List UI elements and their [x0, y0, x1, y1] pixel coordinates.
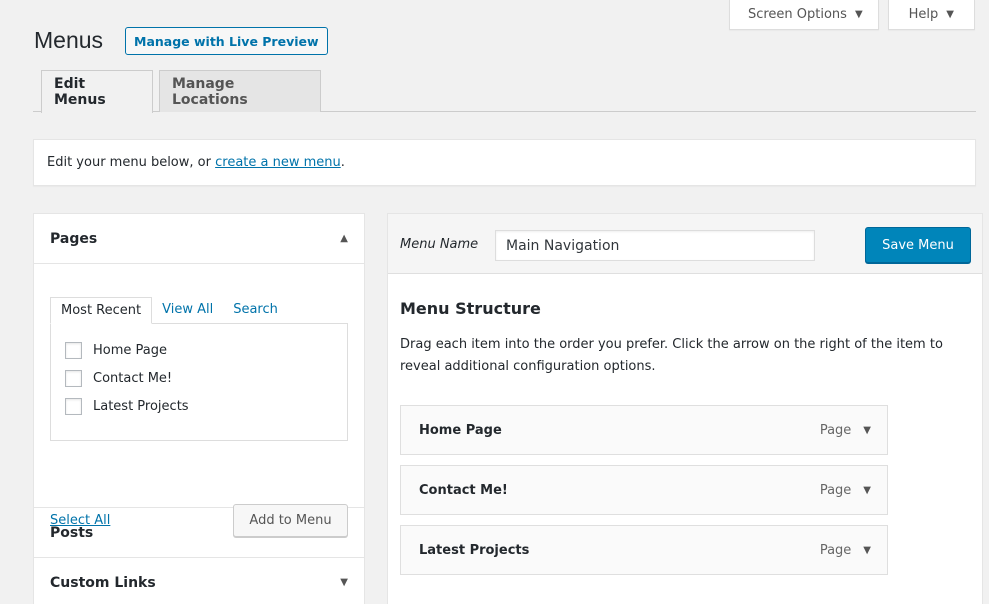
tab-most-recent[interactable]: Most Recent — [50, 297, 153, 324]
tab-search[interactable]: Search — [223, 296, 288, 323]
page-label: Home Page — [93, 342, 167, 358]
manage-menus-notice: Edit your menu below, or create a new me… — [33, 139, 976, 186]
page-checkbox[interactable] — [65, 341, 82, 359]
chevron-down-icon[interactable]: ▼ — [863, 545, 871, 556]
menu-item-controls: Page ▼ — [820, 543, 871, 558]
list-item: Home Page — [65, 336, 333, 364]
accordion-title-pages: Pages — [50, 230, 98, 247]
screen-options-button[interactable]: Screen Options ▼ — [728, 0, 879, 30]
page-title: Menus — [34, 27, 104, 53]
menu-structure-description: Drag each item into the order you prefer… — [400, 337, 943, 374]
menu-item-controls: Page ▼ — [820, 423, 871, 438]
pages-tab-bar: Most Recent View All Search — [50, 296, 348, 324]
notice-suffix: . — [340, 155, 345, 170]
tab-edit-menus[interactable]: Edit Menus — [41, 70, 153, 113]
pages-checklist: Home Page Contact Me! Latest Projects — [50, 323, 348, 441]
menu-name-label: Menu Name — [400, 237, 479, 252]
page-checkbox[interactable] — [65, 397, 82, 415]
nav-tab-wrapper: Edit Menus Manage Locations — [33, 70, 976, 113]
accordion-title-custom-links: Custom Links — [50, 574, 156, 591]
save-menu-button[interactable]: Save Menu — [865, 227, 971, 263]
tab-view-all[interactable]: View All — [152, 296, 223, 323]
menu-editor-header: Menu Name Save Menu — [388, 214, 982, 274]
tab-manage-locations[interactable]: Manage Locations — [159, 70, 321, 112]
menu-item-title: Home Page — [419, 422, 502, 438]
page-label: Contact Me! — [93, 370, 173, 386]
menu-name-input[interactable] — [495, 230, 815, 261]
menu-item-type: Page — [819, 542, 852, 558]
menu-item[interactable]: Contact Me! Page ▼ — [400, 465, 888, 515]
screen-meta-links: Screen Options ▼ Help ▼ — [728, 0, 975, 30]
help-button[interactable]: Help ▼ — [887, 0, 975, 30]
add-menu-items-accordion: Pages ▲ Most Recent View All Search Home… — [33, 213, 365, 604]
menu-editor-panel: Menu Name Save Menu Menu Structure Drag … — [387, 213, 983, 604]
menu-structure-title: Menu Structure — [400, 299, 541, 318]
help-label: Help — [908, 7, 939, 22]
chevron-down-icon: ▼ — [340, 577, 348, 588]
page-checkbox[interactable] — [65, 369, 82, 387]
manage-live-preview-button[interactable]: Manage with Live Preview — [125, 27, 328, 55]
caret-down-icon: ▼ — [854, 9, 863, 20]
list-item: Contact Me! — [65, 364, 333, 392]
accordion-section-pages[interactable]: Pages ▲ — [34, 214, 364, 264]
menu-item-title: Latest Projects — [419, 542, 530, 558]
page-label: Latest Projects — [93, 398, 189, 414]
pages-tab-box: Most Recent View All Search Home Page Co… — [50, 296, 348, 441]
chevron-down-icon[interactable]: ▼ — [863, 485, 871, 496]
chevron-up-icon: ▲ — [340, 233, 348, 244]
create-new-menu-link[interactable]: create a new menu — [215, 155, 341, 170]
caret-down-icon: ▼ — [946, 9, 954, 20]
screen-options-label: Screen Options — [747, 7, 847, 22]
add-to-menu-button[interactable]: Add to Menu — [233, 504, 348, 537]
chevron-down-icon[interactable]: ▼ — [863, 425, 871, 436]
menu-item-controls: Page ▼ — [820, 483, 871, 498]
menu-item-title: Contact Me! — [419, 482, 508, 498]
menu-item[interactable]: Home Page Page ▼ — [400, 405, 888, 455]
accordion-section-custom-links[interactable]: Custom Links ▼ — [34, 558, 364, 604]
menu-item-type: Page — [819, 482, 852, 498]
list-item: Latest Projects — [65, 392, 333, 420]
pages-section-body: Most Recent View All Search Home Page Co… — [34, 264, 364, 537]
menu-item-type: Page — [819, 422, 852, 438]
notice-text: Edit your menu below, or — [47, 155, 211, 170]
menu-item[interactable]: Latest Projects Page ▼ — [400, 525, 888, 575]
select-all-link[interactable]: Select All — [50, 513, 110, 528]
